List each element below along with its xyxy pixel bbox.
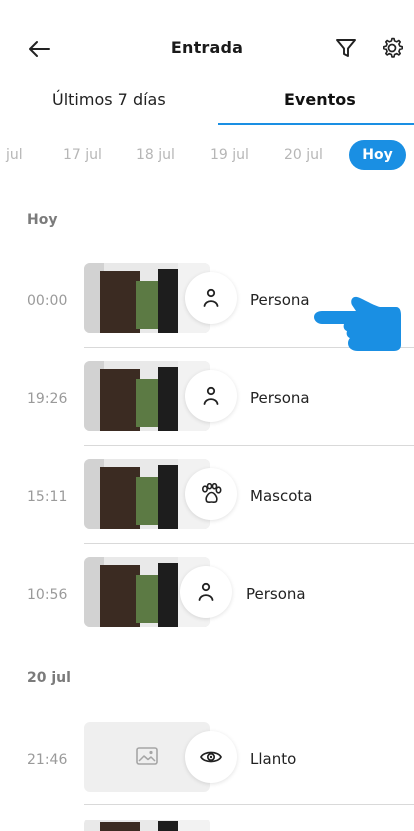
active-tab-indicator [218,123,414,125]
event-type-label: Mascota [250,487,313,505]
view-tabs: Últimos 7 días Eventos [0,80,414,126]
event-type-label: Llanto [250,750,297,768]
event-type-label: Persona [246,585,306,603]
eye-icon [200,751,222,763]
person-icon [203,386,219,405]
image-placeholder-icon [136,747,158,765]
event-type-badge [185,731,237,783]
section-header: Hoy [27,212,58,228]
paw-icon [201,483,222,504]
settings-button[interactable] [380,36,406,62]
event-type-badge [185,468,237,520]
date-chip[interactable]: jul [6,147,23,163]
section-header: 20 jul [27,670,71,686]
event-type-label: Persona [250,389,310,407]
gear-icon [383,37,403,58]
row-divider [84,804,414,805]
date-chip[interactable]: 19 jul [210,147,249,163]
row-divider [84,543,414,544]
tab-last-7-days[interactable]: Últimos 7 días [52,90,166,109]
date-chip[interactable]: 17 jul [63,147,102,163]
event-row[interactable]: 15:11 Mascota [0,459,414,555]
filter-button[interactable] [334,36,360,62]
swipe-hint-hand-icon [312,293,402,355]
event-type-label: Persona [250,291,310,309]
tab-events[interactable]: Eventos [284,90,356,109]
event-type-badge [185,272,237,324]
event-type-badge [180,566,232,618]
date-chip-today[interactable]: Hoy [349,140,406,170]
person-icon [203,288,219,307]
event-time: 10:56 [27,587,68,603]
event-type-badge [185,370,237,422]
event-time: 21:46 [27,752,68,768]
event-time: 19:26 [27,391,68,407]
person-icon [198,582,214,601]
filter-icon [336,39,356,57]
date-chip[interactable]: 18 jul [136,147,175,163]
date-selector: jul 17 jul 18 jul 19 jul 20 jul Hoy [0,140,414,172]
row-divider [84,445,414,446]
event-row[interactable]: 19:26 Persona [0,361,414,457]
event-thumbnail-partial[interactable] [84,818,210,831]
hallway-image [84,820,210,831]
date-chip[interactable]: 20 jul [284,147,323,163]
event-time: 00:00 [27,293,68,309]
event-row[interactable]: 10:56 Persona [0,557,414,653]
event-time: 15:11 [27,489,68,505]
event-row[interactable]: 21:46 Llanto [0,722,414,818]
